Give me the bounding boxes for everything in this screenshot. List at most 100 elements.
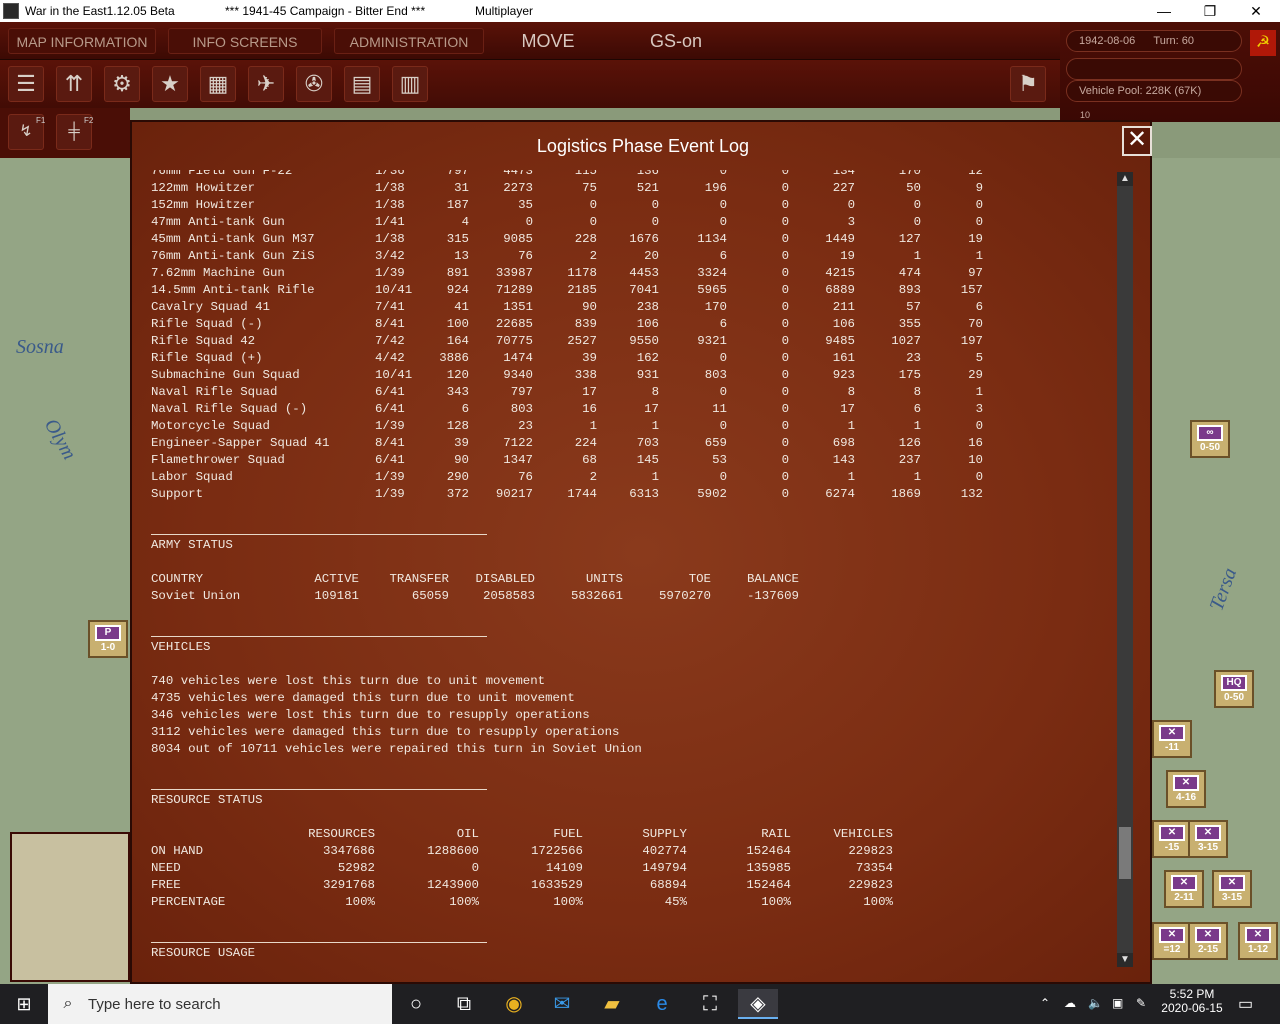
map-unit[interactable]: ✕ -11 — [1152, 720, 1192, 758]
map-unit[interactable]: ✕ 3-15 — [1212, 870, 1252, 908]
tray-chevron-icon[interactable]: ⌃ — [1040, 996, 1050, 1010]
star-icon[interactable]: ★ — [152, 66, 188, 102]
equipment-cell: 97 — [968, 266, 983, 280]
flag-icon[interactable]: ⚑ — [1010, 66, 1046, 102]
unit-symbol: ✕ — [1245, 927, 1271, 943]
unit-strength: 0-50 — [1223, 692, 1244, 703]
mail-icon[interactable]: ✉ — [542, 989, 582, 1019]
resource-status-heading: RESOURCE STATUS — [151, 793, 263, 807]
network-icon[interactable]: ▣ — [1112, 996, 1123, 1010]
move-mode-button[interactable]: MOVE — [500, 28, 596, 54]
map-unit[interactable]: ✕ 2-15 — [1188, 922, 1228, 960]
arrows-icon[interactable]: ⇈ — [56, 66, 92, 102]
map-unit[interactable]: ✕ 3-15 — [1188, 820, 1228, 858]
pen-icon[interactable]: ✎ — [1136, 996, 1146, 1010]
cloud-icon[interactable]: ☁ — [1064, 996, 1076, 1010]
log-scrollbar[interactable]: ▲ ▼ — [1117, 172, 1133, 967]
cortana-icon[interactable]: ○ — [396, 989, 436, 1019]
map-unit[interactable]: ✕ 4-16 — [1166, 770, 1206, 808]
equipment-cell: 9340 — [503, 368, 533, 382]
army-col-units: UNITS — [585, 572, 623, 586]
equipment-cell: 0 — [719, 198, 727, 212]
equipment-cell: 9550 — [629, 334, 659, 348]
equipment-cell: 115 — [574, 170, 597, 178]
map-unit[interactable]: ✕ 2-11 — [1164, 870, 1204, 908]
tab-map-information[interactable]: MAP INFORMATION — [8, 28, 156, 54]
map-unit[interactable]: ✕ -15 — [1152, 820, 1192, 858]
tab-info-screens[interactable]: INFO SCREENS — [168, 28, 322, 54]
army-toe: 5970270 — [658, 589, 711, 603]
tab-administration[interactable]: ADMINISTRATION — [334, 28, 484, 54]
equipment-cell: 126 — [898, 436, 921, 450]
equipment-cell: 924 — [446, 283, 469, 297]
taskbar-search-box[interactable]: ⌕ Type here to search — [48, 984, 392, 1024]
equipment-name: 152mm Howitzer — [151, 198, 256, 212]
gear-icon[interactable]: ⚙ — [104, 66, 140, 102]
scroll-down-arrow-icon[interactable]: ▼ — [1117, 953, 1133, 967]
resource-cell: 100% — [345, 895, 375, 909]
equipment-cell: 1 — [913, 470, 921, 484]
dialog-close-button[interactable]: ✕ — [1122, 126, 1152, 156]
task-view-icon[interactable]: ⧉ — [444, 989, 484, 1019]
edge-icon[interactable]: e — [642, 989, 682, 1019]
equipment-cell: 3324 — [697, 266, 727, 280]
map-unit[interactable]: P 1-0 — [88, 620, 128, 658]
gs-toggle-button[interactable]: GS-on — [626, 28, 726, 54]
equipment-cell: 698 — [832, 436, 855, 450]
chrome-icon[interactable]: ◉ — [494, 989, 534, 1019]
resource-cell: 3347686 — [322, 844, 375, 858]
aircraft-icon[interactable]: ✈ — [248, 66, 284, 102]
scroll-thumb[interactable] — [1119, 827, 1131, 879]
vehicle-pool-display: Vehicle Pool: 228K (67K) — [1066, 80, 1242, 102]
equipment-cell: 11 — [712, 402, 727, 416]
store-icon[interactable]: ⛶ — [690, 989, 730, 1019]
map-unit[interactable]: ✕ =12 — [1152, 922, 1192, 960]
scroll-up-arrow-icon[interactable]: ▲ — [1117, 172, 1133, 186]
list-icon[interactable]: ☰ — [8, 66, 44, 102]
restore-button[interactable]: ❐ — [1187, 0, 1233, 22]
equipment-cell: 0 — [719, 385, 727, 399]
resource-usage-heading: RESOURCE USAGE — [151, 946, 256, 960]
equipment-cell: 923 — [832, 368, 855, 382]
equipment-cell: 6 — [461, 402, 469, 416]
notifications-icon[interactable]: ▭ — [1238, 994, 1253, 1014]
equipment-cell: 1/36 — [375, 170, 405, 178]
volume-icon[interactable]: 🔈 — [1088, 996, 1103, 1010]
resource-row-label: FREE — [151, 878, 181, 892]
equipment-cell: 41 — [454, 300, 469, 314]
game-taskbar-icon[interactable]: ◈ — [738, 989, 778, 1019]
file-explorer-icon[interactable]: ▰ — [592, 989, 632, 1019]
equipment-cell: 2 — [589, 249, 597, 263]
equipment-cell: 0 — [781, 453, 789, 467]
equipment-cell: 5 — [975, 351, 983, 365]
equipment-cell: 132 — [960, 487, 983, 501]
equipment-cell: 7/42 — [375, 334, 405, 348]
equipment-cell: 803 — [510, 402, 533, 416]
secondary-toolbar: ↯ ╪ F1 F2 — [0, 108, 130, 158]
equipment-cell: 9485 — [825, 334, 855, 348]
equipment-cell: 2 — [589, 470, 597, 484]
city-icon[interactable]: ▦ — [200, 66, 236, 102]
equipment-cell: 4215 — [825, 266, 855, 280]
map-unit[interactable]: HQ 0-50 — [1214, 670, 1254, 708]
resource-cell: 135985 — [746, 861, 791, 875]
clock[interactable]: 5:52 PM 2020-06-15 — [1160, 987, 1224, 1015]
windows-start-icon[interactable]: ⊞ — [0, 984, 48, 1024]
minimize-button[interactable]: — — [1141, 0, 1187, 22]
unit-strength: 2-11 — [1174, 892, 1194, 903]
minimap[interactable] — [10, 832, 130, 982]
map-unit[interactable]: ∞ 0-50 — [1190, 420, 1230, 458]
equipment-cell: 4 — [461, 215, 469, 229]
equipment-cell: 0 — [975, 215, 983, 229]
satellite-icon[interactable]: ✇ — [296, 66, 332, 102]
army-transfer: 65059 — [411, 589, 449, 603]
small-value: 10 — [1080, 110, 1091, 120]
event-log-content[interactable]: 76mm Field Gun F-22 1/36 797 4473 115 136 0 0 13… — [149, 170, 1109, 982]
truck-icon[interactable]: ▥ — [392, 66, 428, 102]
train-icon[interactable]: ▤ — [344, 66, 380, 102]
empty-status-slot — [1066, 58, 1242, 80]
unit-symbol: ∞ — [1197, 425, 1223, 441]
resource-cell: 68894 — [649, 878, 687, 892]
map-unit[interactable]: ✕ 1-12 — [1238, 922, 1278, 960]
window-close-button[interactable]: ✕ — [1233, 0, 1279, 22]
